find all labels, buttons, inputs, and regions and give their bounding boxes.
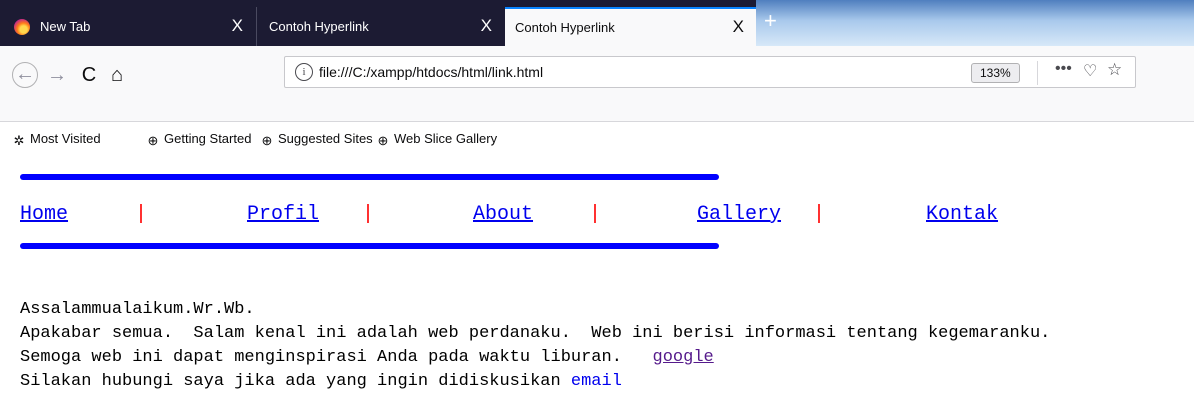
tab-title: Contoh Hyperlink	[515, 20, 615, 35]
titlebar-background	[756, 0, 1194, 46]
menu-link-profil[interactable]: Profil	[247, 203, 319, 226]
page-content: Home | Profil | About | Gallery | Kontak…	[0, 122, 1194, 409]
address-bar[interactable]: i file:///C:/xampp/htdocs/html/link.html…	[284, 56, 1136, 88]
close-tab-icon[interactable]: X	[733, 17, 744, 37]
navigation-toolbar: ← → C ⌂ i file:///C:/xampp/htdocs/html/l…	[0, 46, 1194, 148]
bookmark-star-icon[interactable]: ☆	[1107, 60, 1122, 80]
reload-button[interactable]: C	[76, 62, 102, 88]
menu-link-kontak[interactable]: Kontak	[926, 203, 998, 226]
back-button[interactable]: ←	[12, 62, 38, 88]
tab-strip: New Tab X Contoh Hyperlink X Contoh Hype…	[0, 0, 1194, 46]
menu-separator: |	[589, 203, 602, 226]
info-icon[interactable]: i	[295, 63, 313, 81]
horizontal-rule	[20, 174, 719, 180]
home-button[interactable]: ⌂	[104, 62, 130, 88]
greeting-line: Assalammualaikum.Wr.Wb.	[20, 300, 255, 319]
divider	[1037, 61, 1038, 85]
close-tab-icon[interactable]: X	[232, 16, 243, 36]
menu-separator: |	[362, 203, 375, 226]
new-tab-button[interactable]: +	[764, 10, 788, 34]
inspiration-line: Semoga web ini dapat menginspirasi Anda …	[20, 348, 622, 367]
menu-link-about[interactable]: About	[473, 203, 533, 226]
menu-separator: |	[135, 203, 148, 226]
forward-button[interactable]: →	[44, 62, 70, 88]
tab-title: Contoh Hyperlink	[269, 19, 369, 34]
tab-new-tab[interactable]: New Tab X	[0, 7, 255, 46]
zoom-level-button[interactable]: 133%	[971, 63, 1020, 83]
tab-contoh-hyperlink-active[interactable]: Contoh Hyperlink X	[505, 7, 756, 46]
url-text[interactable]: file:///C:/xampp/htdocs/html/link.html	[319, 64, 543, 80]
menu-separator: |	[813, 203, 826, 226]
tab-title: New Tab	[40, 19, 91, 34]
menu-link-gallery[interactable]: Gallery	[697, 203, 781, 226]
google-link[interactable]: google	[653, 348, 714, 367]
close-tab-icon[interactable]: X	[481, 16, 492, 36]
pocket-icon[interactable]: ♡	[1083, 61, 1097, 81]
menu-link-home[interactable]: Home	[20, 203, 68, 226]
firefox-icon	[14, 19, 30, 35]
tab-contoh-hyperlink[interactable]: Contoh Hyperlink X	[256, 7, 504, 46]
body-text: Assalammualaikum.Wr.Wb. Apakabar semua. …	[20, 298, 1050, 394]
horizontal-rule	[20, 243, 719, 249]
intro-line: Apakabar semua. Salam kenal ini adalah w…	[20, 324, 1051, 343]
page-actions-icon[interactable]: •••	[1055, 60, 1072, 78]
email-link[interactable]: email	[571, 372, 622, 391]
contact-line: Silakan hubungi saya jika ada yang ingin…	[20, 372, 571, 391]
